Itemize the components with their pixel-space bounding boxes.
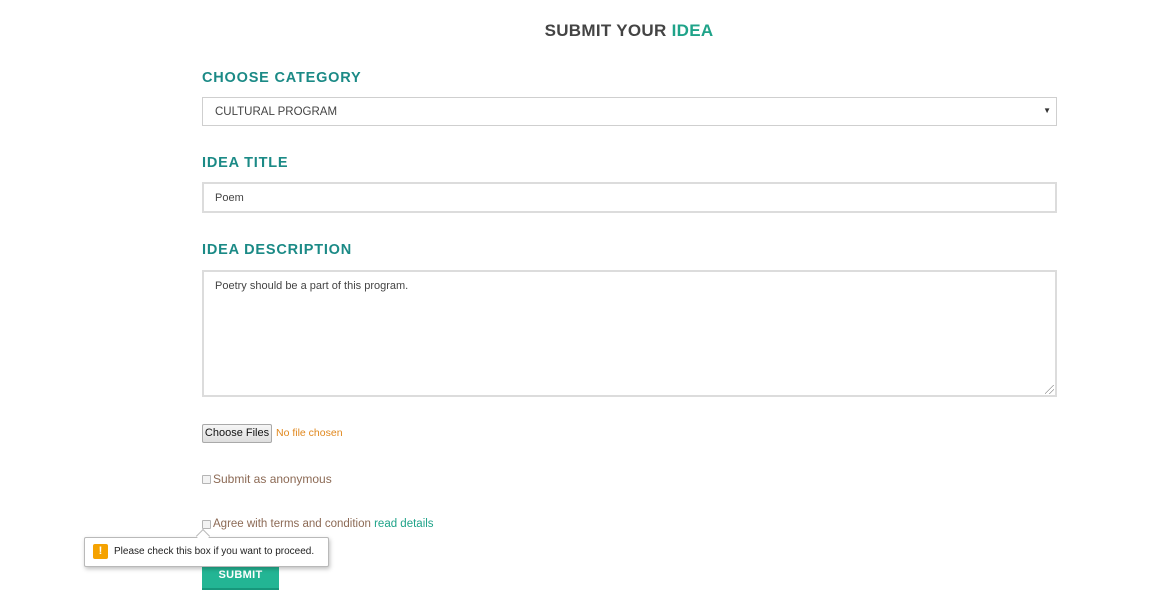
terms-checkbox[interactable] — [202, 520, 211, 529]
idea-title-input[interactable] — [202, 182, 1057, 213]
page-title: SUBMIT YOUR IDEA — [0, 21, 1175, 41]
idea-title-label: IDEA TITLE — [202, 155, 289, 171]
file-status-text: No file chosen — [276, 427, 343, 439]
anonymous-label[interactable]: Submit as anonymous — [213, 472, 332, 486]
category-selected-value: CULTURAL PROGRAM — [215, 106, 338, 118]
category-select[interactable]: CULTURAL PROGRAM ▼ — [202, 97, 1057, 126]
idea-description-label: IDEA DESCRIPTION — [202, 242, 353, 258]
validation-message: Please check this box if you want to pro… — [114, 546, 315, 557]
submit-button[interactable]: SUBMIT — [202, 563, 279, 590]
category-label: CHOOSE CATEGORY — [202, 70, 362, 86]
validation-tooltip: ! Please check this box if you want to p… — [84, 537, 329, 567]
page-title-accent: IDEA — [671, 21, 714, 40]
anonymous-checkbox[interactable] — [202, 475, 211, 484]
terms-label-container: Agree with terms and condition read deta… — [213, 518, 434, 530]
idea-description-textarea[interactable]: Poetry should be a part of this program. — [202, 270, 1057, 397]
resize-grip-icon[interactable] — [1045, 385, 1054, 394]
read-details-link[interactable]: read details — [374, 518, 433, 530]
warning-icon: ! — [93, 544, 108, 559]
choose-files-button[interactable]: Choose Files — [202, 424, 272, 443]
dropdown-arrow-icon: ▼ — [1043, 106, 1051, 115]
page-title-main: SUBMIT YOUR — [544, 21, 667, 40]
terms-label[interactable]: Agree with terms and condition — [213, 518, 371, 530]
